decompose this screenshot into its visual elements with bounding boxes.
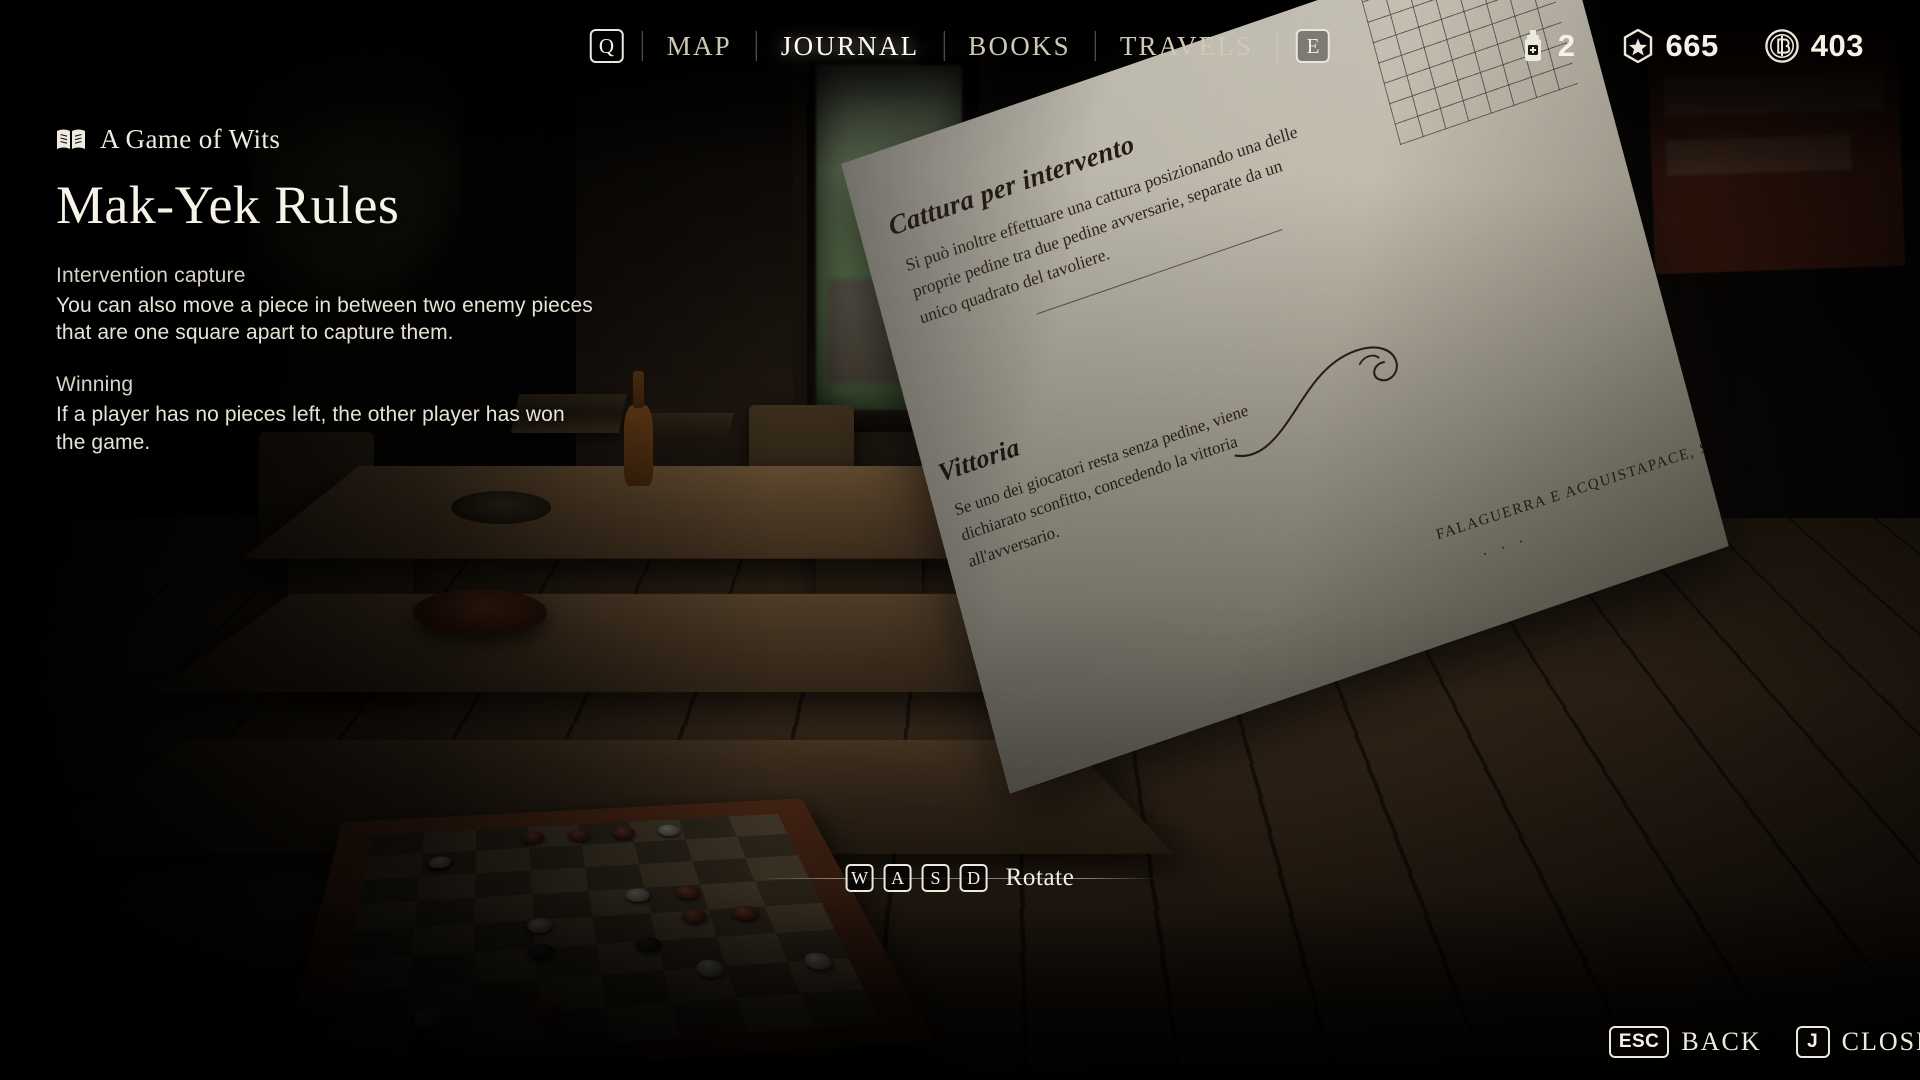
nav-divider xyxy=(1094,31,1096,61)
key-s[interactable]: S xyxy=(921,864,950,892)
board-piece xyxy=(633,936,664,954)
bowl xyxy=(412,588,548,637)
journal-section-heading: Winning xyxy=(56,373,134,397)
medicine-bottle-icon xyxy=(1524,30,1541,61)
bottom-control-prompts: ESC BACK J CLOSE xyxy=(1608,1026,1920,1058)
board-piece xyxy=(623,887,652,903)
board-piece xyxy=(655,824,681,837)
open-book-icon xyxy=(57,129,85,149)
top-navigation-bar: Q MAP JOURNAL BOOKS TRAVELS E 2 665 403 xyxy=(0,0,1920,92)
journal-section-heading: Intervention capture xyxy=(56,263,246,287)
journal-entry-title: Mak-Yek Rules xyxy=(56,175,400,235)
nav-divider xyxy=(1277,31,1279,61)
decorative-flourish-icon xyxy=(1234,346,1398,458)
close-label: CLOSE xyxy=(1841,1027,1920,1056)
nav-divider xyxy=(641,31,643,61)
board-piece xyxy=(679,907,709,924)
board-piece xyxy=(611,826,636,839)
board-piece xyxy=(672,884,701,900)
journal-category-label: A Game of Wits xyxy=(100,124,281,154)
journal-entry-panel: A Game of Wits Mak-Yek Rules Interventio… xyxy=(56,124,596,483)
stat-currency-value: 403 xyxy=(1810,28,1864,63)
page-imprint-dots: . . . xyxy=(1479,527,1529,560)
coin-icon xyxy=(1765,29,1799,63)
key-w[interactable]: W xyxy=(845,864,874,892)
board-piece xyxy=(426,855,452,870)
key-d[interactable]: D xyxy=(959,864,988,892)
board-piece xyxy=(521,831,545,844)
stat-medicine-value: 2 xyxy=(1557,28,1576,63)
board-piece xyxy=(526,917,553,934)
board-piece xyxy=(530,999,561,1021)
tab-map[interactable]: MAP xyxy=(661,27,738,66)
key-a[interactable]: A xyxy=(883,864,912,892)
nav-tab-group: Q MAP JOURNAL BOOKS TRAVELS E xyxy=(589,0,1331,92)
book xyxy=(640,412,735,437)
journal-category: A Game of Wits xyxy=(56,124,596,155)
key-j[interactable]: J xyxy=(1795,1026,1830,1058)
close-prompt[interactable]: J CLOSE xyxy=(1795,1026,1920,1058)
journal-section-body: If a player has no pieces left, the othe… xyxy=(56,403,565,454)
nav-divider xyxy=(755,31,757,61)
bottle xyxy=(624,370,653,486)
board-piece xyxy=(800,952,835,971)
tab-books[interactable]: BOOKS xyxy=(962,27,1077,66)
stat-currency: 403 xyxy=(1765,28,1864,64)
journal-section: Winning If a player has no pieces left, … xyxy=(56,373,596,456)
rotate-label: Rotate xyxy=(1005,864,1075,891)
tab-journal[interactable]: JOURNAL xyxy=(775,27,925,66)
board-piece xyxy=(527,942,556,961)
board-piece xyxy=(411,1007,443,1029)
back-label: BACK xyxy=(1681,1027,1762,1056)
tab-travels[interactable]: TRAVELS xyxy=(1114,27,1259,66)
rotate-control-prompt: W A S D Rotate xyxy=(759,858,1161,898)
stat-reputation-value: 665 xyxy=(1665,28,1719,63)
board-piece xyxy=(729,904,760,921)
journal-section-body: You can also move a piece in between two… xyxy=(56,293,593,345)
next-tab-key-e[interactable]: E xyxy=(1296,29,1331,63)
key-esc[interactable]: ESC xyxy=(1608,1026,1670,1058)
page-imprint: FALAGUERRA E ACQUISTAPACE, S.p.A. xyxy=(1434,427,1729,544)
prev-tab-key-q[interactable]: Q xyxy=(589,29,624,63)
board-piece xyxy=(566,828,591,842)
board-piece xyxy=(693,959,726,978)
nav-divider xyxy=(943,31,945,61)
star-badge-icon xyxy=(1623,29,1652,63)
journal-section: Intervention capture You can also move a… xyxy=(56,264,596,347)
back-prompt[interactable]: ESC BACK xyxy=(1608,1026,1762,1058)
stat-reputation: 665 xyxy=(1622,28,1719,64)
stat-medicine: 2 xyxy=(1520,28,1576,64)
player-stats-group: 2 665 403 xyxy=(1520,28,1864,64)
plate xyxy=(451,491,552,524)
